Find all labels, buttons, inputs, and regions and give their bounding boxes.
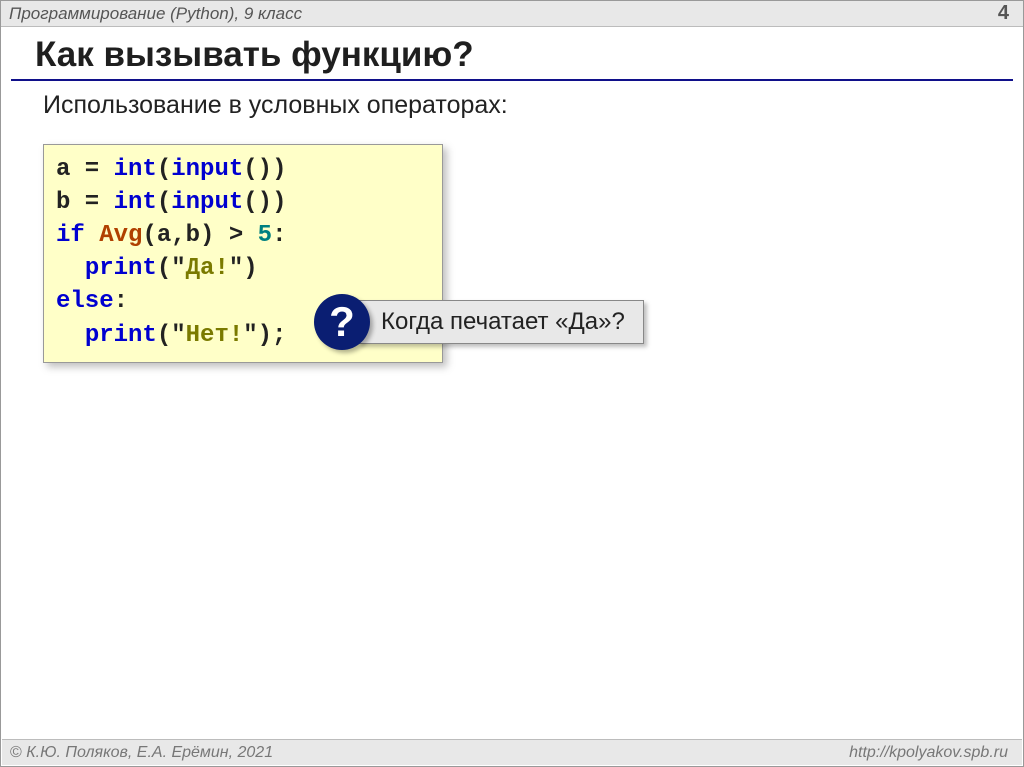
question-callout: ? Когда печатает «Да»? [314, 294, 644, 350]
code-token: : [114, 288, 128, 315]
code-token: else [56, 288, 114, 315]
callout-text: Когда печатает «Да»? [358, 300, 644, 344]
subtitle: Использование в условных операторах: [43, 91, 1023, 120]
code-token: (" [157, 255, 186, 282]
copyright: © К.Ю. Поляков, Е.А. Ерёмин, 2021 [10, 744, 273, 762]
code-token: input [171, 189, 243, 216]
code-token: (" [157, 322, 186, 349]
question-mark-icon: ? [314, 294, 370, 350]
code-token: b [56, 189, 70, 216]
code-token: 5 [258, 222, 272, 249]
code-token: (a,b) [142, 222, 214, 249]
code-indent [56, 255, 85, 282]
code-token: = [70, 156, 113, 183]
code-token: Avg [99, 222, 142, 249]
course-title: Программирование (Python), 9 класс [9, 4, 302, 24]
footer-url: http://kpolyakov.spb.ru [849, 744, 1008, 762]
footer-bar: © К.Ю. Поляков, Е.А. Ерёмин, 2021 http:/… [2, 739, 1022, 765]
header-bar: Программирование (Python), 9 класс 4 [1, 1, 1023, 27]
code-token: ") [229, 255, 258, 282]
copyright-text: К.Ю. Поляков, Е.А. Ерёмин, 2021 [26, 744, 273, 761]
code-token: a [56, 156, 70, 183]
code-indent [56, 322, 85, 349]
code-token: print [85, 322, 157, 349]
code-token [85, 222, 99, 249]
code-token: ( [157, 189, 171, 216]
code-token: if [56, 222, 85, 249]
code-token: int [114, 189, 157, 216]
code-token: ()) [243, 156, 286, 183]
code-token: print [85, 255, 157, 282]
page-number: 4 [998, 2, 1009, 25]
slide-title: Как вызывать функцию? [35, 35, 1023, 75]
code-token: "); [243, 322, 286, 349]
code-token: : [272, 222, 286, 249]
code-token: Нет! [186, 322, 244, 349]
code-token: Да! [186, 255, 229, 282]
code-token: int [114, 156, 157, 183]
code-token: = [70, 189, 113, 216]
title-underline [11, 79, 1013, 81]
code-token: ()) [243, 189, 286, 216]
code-token: input [171, 156, 243, 183]
code-token: ( [157, 156, 171, 183]
code-token: > [214, 222, 257, 249]
slide: Программирование (Python), 9 класс 4 Как… [0, 0, 1024, 767]
